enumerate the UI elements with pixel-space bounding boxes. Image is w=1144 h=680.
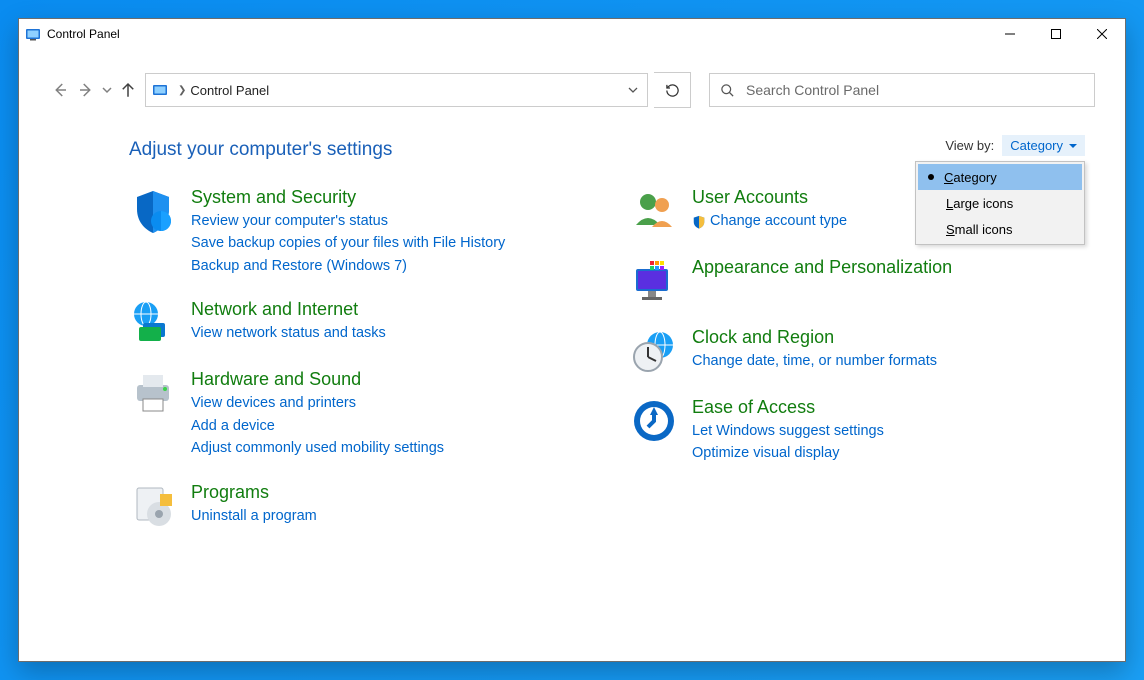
- category-title[interactable]: Hardware and Sound: [191, 369, 444, 390]
- view-by-label: View by:: [945, 138, 994, 153]
- category-programs: Programs Uninstall a program: [129, 482, 590, 530]
- address-dropdown-button[interactable]: [619, 74, 647, 106]
- category-link[interactable]: Backup and Restore (Windows 7): [191, 255, 505, 277]
- view-by-option-category[interactable]: Category: [918, 164, 1082, 190]
- category-title[interactable]: Appearance and Personalization: [692, 257, 952, 278]
- control-panel-window: Control Panel ❯ Control Panel: [18, 18, 1126, 662]
- search-icon: [710, 83, 744, 98]
- view-by-dropdown-button[interactable]: Category: [1002, 135, 1085, 156]
- category-link[interactable]: Review your computer's status: [191, 210, 505, 232]
- categories-left-column: System and Security Review your computer…: [129, 187, 590, 530]
- category-title[interactable]: Network and Internet: [191, 299, 386, 320]
- category-link[interactable]: Change date, time, or number formats: [692, 350, 937, 372]
- uac-shield-icon: [692, 214, 706, 228]
- category-hardware-sound: Hardware and Sound View devices and prin…: [129, 369, 590, 459]
- category-link[interactable]: View devices and printers: [191, 392, 444, 414]
- address-bar[interactable]: ❯ Control Panel: [145, 73, 648, 107]
- category-link[interactable]: Uninstall a program: [191, 505, 317, 527]
- category-title[interactable]: Ease of Access: [692, 397, 884, 418]
- category-link[interactable]: Optimize visual display: [692, 442, 884, 464]
- category-network-internet: Network and Internet View network status…: [129, 299, 590, 347]
- nav-up-button[interactable]: [117, 79, 139, 101]
- nav-forward-button[interactable]: [75, 79, 97, 101]
- recent-locations-button[interactable]: [101, 79, 113, 101]
- category-link[interactable]: Save backup copies of your files with Fi…: [191, 232, 505, 254]
- address-text: Control Panel: [190, 83, 619, 98]
- maximize-button[interactable]: [1033, 19, 1079, 49]
- view-by-control: View by: Category: [945, 135, 1085, 156]
- category-link[interactable]: Let Windows suggest settings: [692, 420, 884, 442]
- category-link[interactable]: Change account type: [692, 210, 847, 232]
- category-ease-of-access: Ease of Access Let Windows suggest setti…: [630, 397, 1091, 465]
- refresh-button[interactable]: [654, 72, 691, 108]
- category-title[interactable]: User Accounts: [692, 187, 847, 208]
- chevron-right-icon: ❯: [178, 85, 186, 96]
- view-by-menu: Category Large icons Small icons: [915, 161, 1085, 245]
- category-title[interactable]: Clock and Region: [692, 327, 937, 348]
- minimize-button[interactable]: [987, 19, 1033, 49]
- view-by-option-large-icons[interactable]: Large icons: [918, 190, 1082, 216]
- printer-icon: [129, 369, 177, 417]
- shield-icon: [129, 187, 177, 235]
- category-link[interactable]: Add a device: [191, 415, 444, 437]
- view-by-selected: Category: [1010, 138, 1063, 153]
- ease-of-access-icon: [630, 397, 678, 445]
- programs-icon: [129, 482, 177, 530]
- chevron-down-icon: [1069, 144, 1077, 148]
- category-link[interactable]: Adjust commonly used mobility settings: [191, 437, 444, 459]
- nav-back-button[interactable]: [49, 79, 71, 101]
- content-area: Adjust your computer's settings View by:…: [19, 109, 1125, 661]
- category-title[interactable]: System and Security: [191, 187, 505, 208]
- category-link[interactable]: View network status and tasks: [191, 322, 386, 344]
- search-input[interactable]: [744, 81, 1094, 99]
- monitor-appearance-icon: [630, 257, 678, 305]
- close-button[interactable]: [1079, 19, 1125, 49]
- window-title: Control Panel: [47, 27, 120, 41]
- category-appearance-personalization: Appearance and Personalization: [630, 257, 1091, 305]
- titlebar: Control Panel: [19, 19, 1125, 49]
- control-panel-icon: [146, 82, 174, 98]
- clock-globe-icon: [630, 327, 678, 375]
- view-by-option-small-icons[interactable]: Small icons: [918, 216, 1082, 242]
- category-system-security: System and Security Review your computer…: [129, 187, 590, 277]
- category-title[interactable]: Programs: [191, 482, 317, 503]
- category-clock-region: Clock and Region Change date, time, or n…: [630, 327, 1091, 375]
- globe-network-icon: [129, 299, 177, 347]
- user-accounts-icon: [630, 187, 678, 235]
- search-box[interactable]: [709, 73, 1095, 107]
- navigation-row: ❯ Control Panel: [19, 71, 1125, 109]
- control-panel-icon: [25, 26, 41, 42]
